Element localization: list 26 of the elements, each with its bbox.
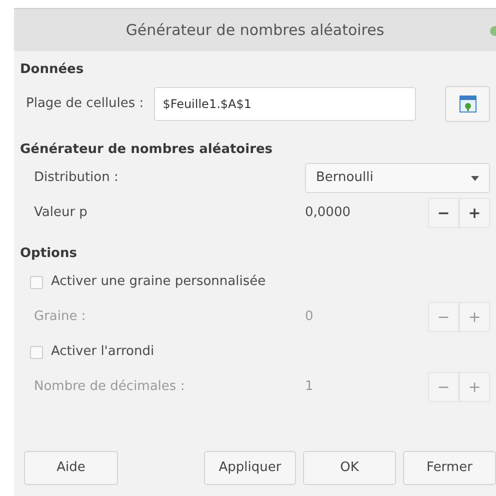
- select-range-button[interactable]: [445, 86, 490, 122]
- window-icon: [458, 95, 476, 113]
- checkbox-label: Activer une graine personnalisée: [51, 273, 266, 292]
- range-field[interactable]: $Feuille1.$A$1: [154, 87, 416, 121]
- caret-icon: [471, 176, 479, 180]
- dropdown-value: Bernoulli: [316, 169, 374, 188]
- checkbox-label: Activer l'arrondi: [51, 343, 154, 362]
- field-label: Nombre de décimales :: [34, 378, 185, 396]
- spin-value[interactable]: 0,0000: [305, 203, 350, 223]
- checkbox[interactable]: [30, 276, 43, 288]
- section-heading: Générateur de nombres aléatoires: [19, 141, 274, 160]
- close-button[interactable]: Fermer: [403, 451, 496, 485]
- section-heading: Données: [19, 61, 85, 80]
- checkbox[interactable]: [30, 346, 43, 358]
- increment-button[interactable]: +: [459, 198, 490, 228]
- help-button[interactable]: Aide: [24, 451, 118, 485]
- field-label: Plage de cellules :: [26, 95, 144, 114]
- window-title: Générateur de nombres aléatoires: [126, 20, 384, 41]
- field-label: Distribution :: [34, 169, 118, 188]
- apply-button[interactable]: Appliquer: [204, 451, 296, 485]
- section-heading: Options: [19, 245, 78, 264]
- distribution-dropdown[interactable]: Bernoulli: [305, 163, 490, 193]
- field-label: Graine :: [34, 308, 86, 326]
- decrement-button[interactable]: −: [428, 198, 459, 228]
- field-label: Valeur p: [34, 204, 88, 222]
- ok-button[interactable]: OK: [303, 451, 396, 485]
